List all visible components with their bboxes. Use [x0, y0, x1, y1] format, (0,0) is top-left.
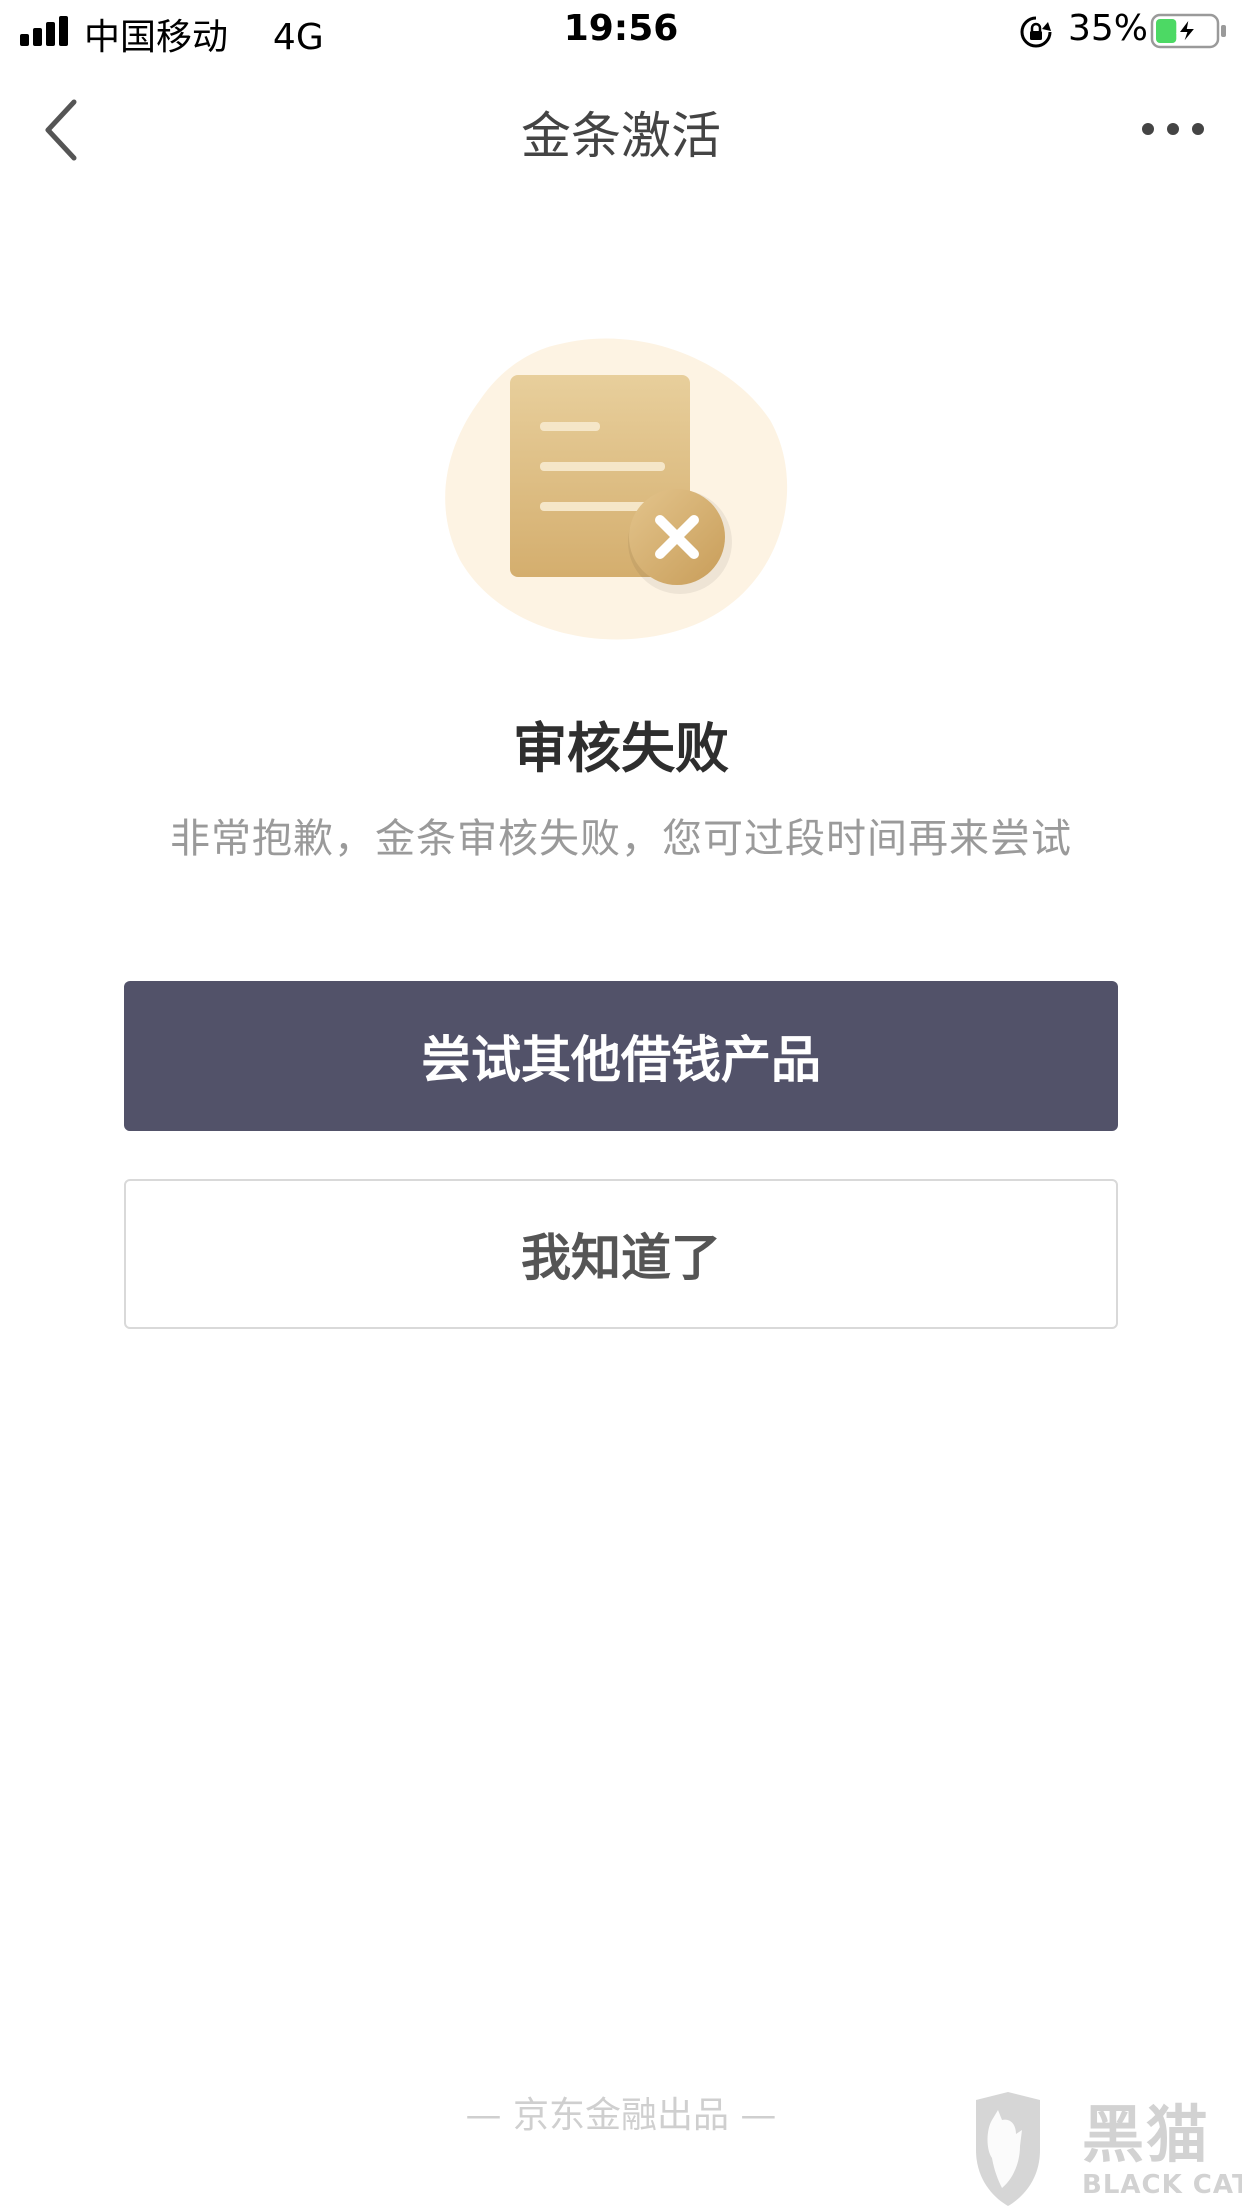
- rotation-lock-icon: [1020, 16, 1052, 48]
- try-other-products-button[interactable]: 尝试其他借钱产品: [124, 981, 1118, 1131]
- status-bar: 中国移动 4G 19:56 35%: [0, 0, 1242, 64]
- result-title: 审核失败: [513, 717, 729, 780]
- watermark-brand-cn: 黑猫: [1082, 2098, 1211, 2171]
- status-time: 19:56: [563, 8, 679, 49]
- result-description: 非常抱歉，金条审核失败，您可过段时间再来尝试: [170, 816, 1072, 862]
- nav-bar: 金条激活: [0, 70, 1242, 190]
- battery-charging-icon: [1150, 13, 1226, 49]
- document-rejected-icon: [445, 338, 788, 640]
- app-screen: 中国移动 4G 19:56 35% 金条激活 审核失败 非常抱歉，金条审核失败，…: [0, 0, 1242, 2208]
- got-it-button[interactable]: 我知道了: [124, 1179, 1118, 1329]
- watermark-logo: 黑猫 BLACK CAT: [972, 2090, 1242, 2208]
- page-title: 金条激活: [521, 107, 721, 165]
- more-dots-icon[interactable]: [1138, 114, 1208, 144]
- battery-percentage: 35%: [1068, 8, 1149, 49]
- watermark-brand-en: BLACK CAT: [1082, 2170, 1242, 2200]
